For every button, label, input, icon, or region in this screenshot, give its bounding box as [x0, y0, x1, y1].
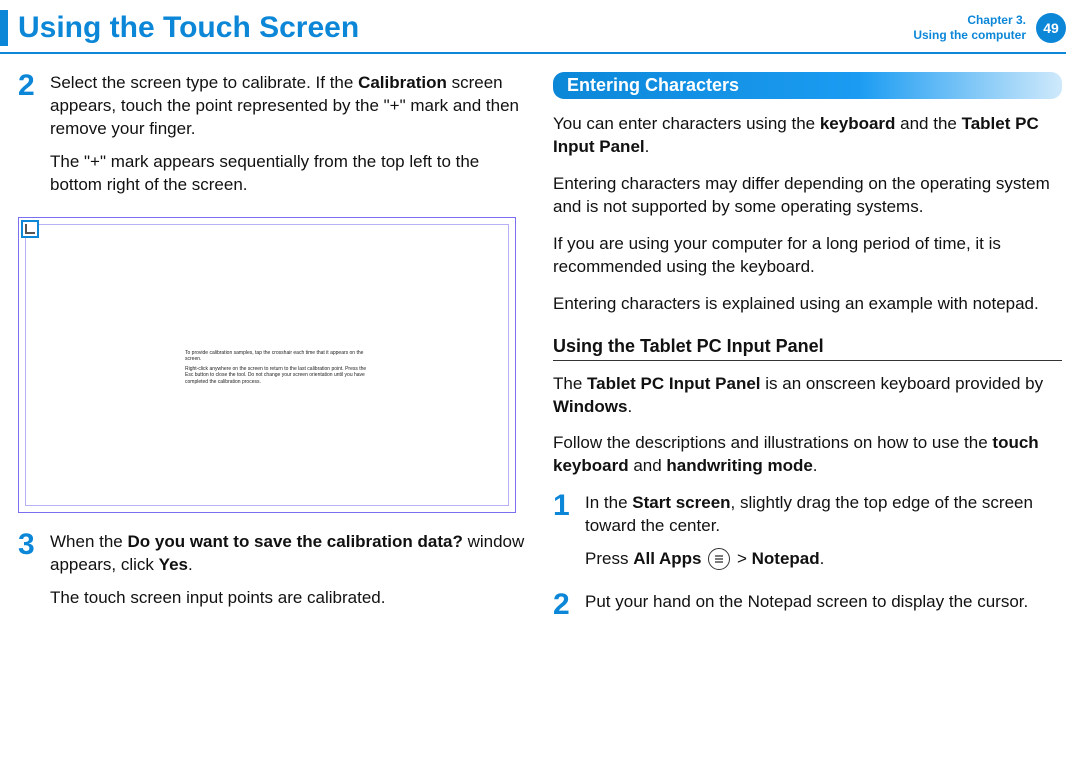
right-column: Entering Characters You can enter charac…	[553, 72, 1062, 634]
calibration-message: To provide calibration samples, tap the …	[185, 350, 375, 389]
rstep1-p1: In the Start screen, slightly drag the t…	[585, 492, 1062, 538]
step2-p1: Select the screen type to calibrate. If …	[50, 72, 527, 141]
chapter-line-1: Chapter 3.	[913, 13, 1026, 28]
entering-p1: You can enter characters using the keybo…	[553, 113, 1062, 159]
entering-p3: If you are using your computer for a lon…	[553, 233, 1062, 279]
subheading-tablet-input-panel: Using the Tablet PC Input Panel	[553, 336, 1062, 361]
chapter-label: Chapter 3. Using the computer	[913, 13, 1026, 43]
chapter-line-2: Using the computer	[913, 28, 1026, 43]
step3-p2: The touch screen input points are calibr…	[50, 587, 527, 610]
title-accent-bar	[0, 10, 8, 46]
step-number: 1	[553, 492, 575, 581]
page-title: Using the Touch Screen	[18, 13, 913, 43]
step-number: 2	[553, 591, 575, 624]
content-columns: 2 Select the screen type to calibrate. I…	[0, 54, 1080, 634]
step-number: 2	[18, 72, 40, 207]
right-step-1: 1 In the Start screen, slightly drag the…	[553, 492, 1062, 581]
step-body: When the Do you want to save the calibra…	[50, 531, 527, 620]
step-body: Select the screen type to calibrate. If …	[50, 72, 527, 207]
step-body: In the Start screen, slightly drag the t…	[585, 492, 1062, 581]
tablet-p1: The Tablet PC Input Panel is an onscreen…	[553, 373, 1062, 419]
calibration-crosshair-icon	[21, 220, 39, 238]
step-number: 3	[18, 531, 40, 620]
all-apps-list-icon	[708, 548, 730, 570]
page-number-badge: 49	[1036, 13, 1066, 43]
entering-p4: Entering characters is explained using a…	[553, 293, 1062, 316]
step-2: 2 Select the screen type to calibrate. I…	[18, 72, 527, 207]
section-heading-entering-characters: Entering Characters	[553, 72, 1062, 99]
step-3: 3 When the Do you want to save the calib…	[18, 531, 527, 620]
step3-p1: When the Do you want to save the calibra…	[50, 531, 527, 577]
right-step-2: 2 Put your hand on the Notepad screen to…	[553, 591, 1062, 624]
rstep1-p2: Press All Apps > Notepad.	[585, 548, 1062, 571]
left-column: 2 Select the screen type to calibrate. I…	[18, 72, 527, 634]
tablet-p2: Follow the descriptions and illustration…	[553, 432, 1062, 478]
step2-p2: The "+" mark appears sequentially from t…	[50, 151, 527, 197]
step-body: Put your hand on the Notepad screen to d…	[585, 591, 1062, 624]
page-header: Using the Touch Screen Chapter 3. Using …	[0, 0, 1080, 52]
rstep2-p1: Put your hand on the Notepad screen to d…	[585, 591, 1062, 614]
entering-p2: Entering characters may differ depending…	[553, 173, 1062, 219]
calibration-screenshot: To provide calibration samples, tap the …	[18, 217, 516, 513]
